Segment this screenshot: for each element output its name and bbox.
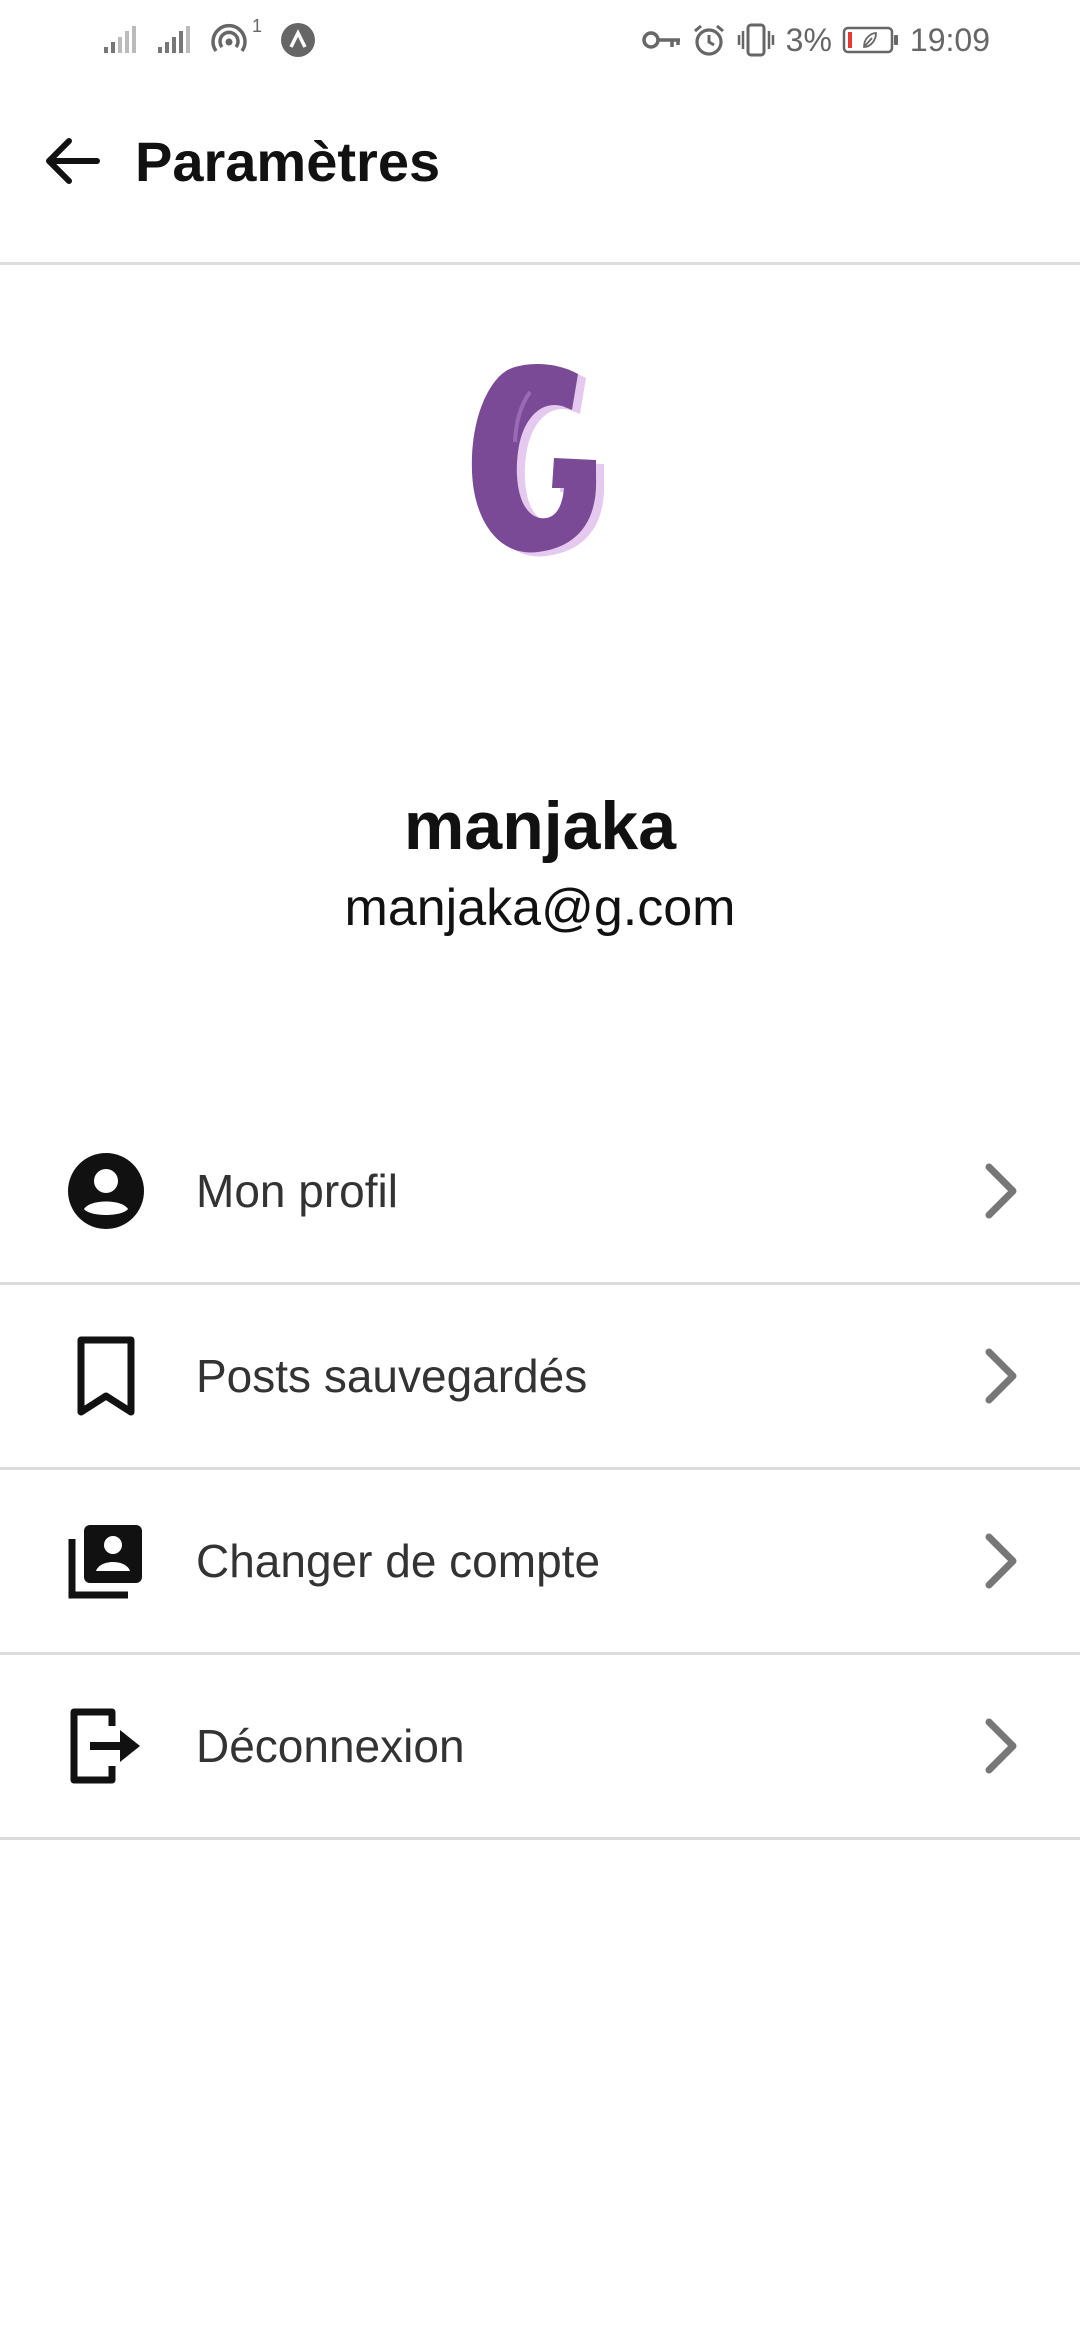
status-left: 1: [102, 15, 316, 62]
vpn-icon: [280, 22, 316, 58]
menu-label: Posts sauvegardés: [196, 1350, 588, 1402]
vibrate-icon: [736, 23, 776, 57]
page-title: Paramètres: [135, 130, 441, 193]
chevron-right-icon: [976, 1341, 1026, 1411]
key-icon: [641, 28, 682, 52]
status-right: 3% 19:09: [641, 18, 990, 62]
chevron-right-icon: [976, 1526, 1026, 1596]
logout-icon: [64, 1704, 148, 1788]
arrow-back-icon: [41, 136, 101, 191]
chevron-right-icon: [976, 1711, 1026, 1781]
menu-item-changer-de-compte[interactable]: Changer de compte: [0, 1470, 1080, 1655]
sim-badge: 1: [252, 15, 263, 36]
bookmark-icon: [64, 1334, 148, 1418]
menu-label: Mon profil: [196, 1165, 398, 1217]
menu-label: Déconnexion: [196, 1720, 465, 1772]
app-bar: Paramètres: [0, 80, 1080, 265]
settings-menu: Mon profil Posts sauvegardés Changer de …: [0, 1100, 1080, 1840]
chevron-right-icon: [976, 1156, 1026, 1226]
menu-item-deconnexion[interactable]: Déconnexion: [0, 1655, 1080, 1840]
username: manjaka: [403, 788, 677, 864]
back-button[interactable]: [36, 128, 106, 198]
battery-icon: [842, 25, 900, 55]
app-logo: [460, 362, 610, 572]
menu-item-posts-sauvegardes[interactable]: Posts sauvegardés: [0, 1285, 1080, 1470]
status-bar: 1 3% 19:09: [0, 0, 1080, 80]
switch-account-icon: [64, 1519, 148, 1603]
hotspot-icon: [210, 21, 248, 59]
user-email: manjaka@g.com: [344, 879, 736, 937]
signal-icon: [156, 25, 192, 55]
clock: 19:09: [909, 21, 990, 58]
account-circle-icon: [64, 1149, 148, 1233]
battery-percent: 3%: [785, 21, 832, 58]
signal-icon: [102, 25, 138, 55]
menu-label: Changer de compte: [196, 1535, 601, 1587]
alarm-icon: [692, 23, 726, 57]
menu-item-mon-profil[interactable]: Mon profil: [0, 1100, 1080, 1285]
